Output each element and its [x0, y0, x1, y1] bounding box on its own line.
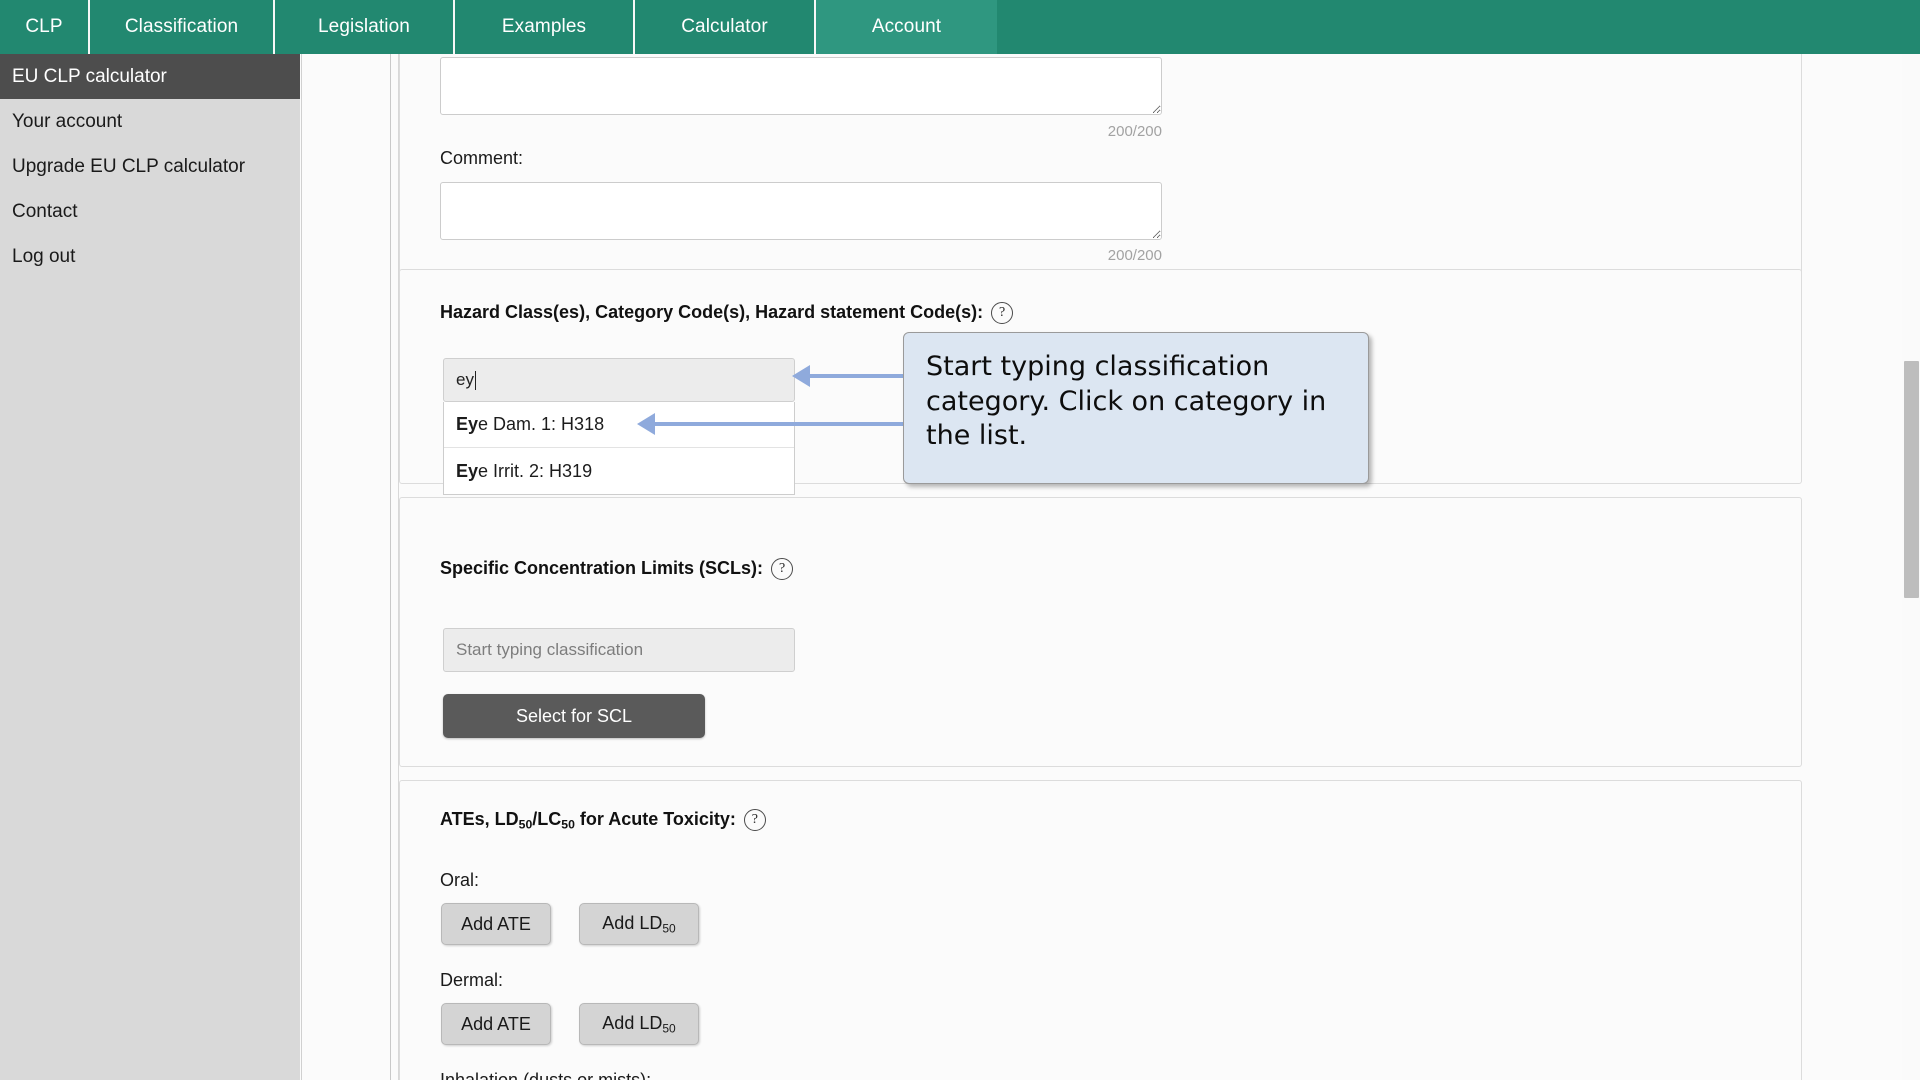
- comment-char-counter: 200/200: [1107, 247, 1162, 264]
- sidebar-item-label: Upgrade EU CLP calculator: [12, 155, 246, 177]
- callout-arrow-head-top: [792, 365, 810, 387]
- instruction-callout-text: Start typing classification category. Cl…: [926, 351, 1327, 452]
- nav-label: Legislation: [318, 16, 410, 37]
- hazard-class-label-row: Hazard Class(es), Category Code(s), Haza…: [440, 301, 1014, 325]
- hazard-class-suggestion-list[interactable]: Ey e Dam. 1: H318 Ey e Irrit. 2: H319: [443, 402, 795, 495]
- btn-label: Add LD: [602, 912, 663, 933]
- callout-arrow-line-bottom: [655, 422, 905, 426]
- ate-route-inhalation-label: Inhalation (dusts or mists):: [440, 1070, 652, 1080]
- panel-ate: ATEs, LD50/LC50 for Acute Toxicity:? Ora…: [399, 780, 1802, 1080]
- nav-item-calculator[interactable]: Calculator: [635, 0, 816, 54]
- sidebar-item-contact[interactable]: Contact: [0, 189, 300, 234]
- comment-label: Comment:: [440, 148, 524, 168]
- nav-item-clp[interactable]: CLP: [0, 0, 90, 54]
- ate-help-icon[interactable]: ?: [743, 808, 766, 831]
- match-rest: e Dam. 1: H318: [478, 414, 605, 434]
- list-item[interactable]: Ey e Irrit. 2: H319: [444, 448, 794, 494]
- scl-label-row: Specific Concentration Limits (SCLs):?: [440, 557, 794, 581]
- sidebar-item-eu-clp-calculator[interactable]: EU CLP calculator: [0, 54, 300, 99]
- ate-label-row: ATEs, LD50/LC50 for Acute Toxicity:?: [440, 808, 766, 832]
- ate-label-mid: /LC: [532, 809, 562, 829]
- main-content-area: 200/200 Comment: 200/200 Hazard Class(es…: [399, 54, 1869, 1080]
- add-ld50-dermal-button[interactable]: Add LD50: [579, 1003, 699, 1045]
- nav-item-examples[interactable]: Examples: [455, 0, 635, 54]
- btn-label-sub: 50: [662, 921, 676, 936]
- callout-arrow-head-bottom: [637, 413, 655, 435]
- instruction-callout: Start typing classification category. Cl…: [903, 332, 1369, 484]
- btn-label-sub: 50: [662, 1021, 676, 1036]
- ate-label: ATEs, LD50/LC50 for Acute Toxicity:: [440, 809, 736, 832]
- scl-help-icon[interactable]: ?: [771, 557, 794, 580]
- ate-route-dermal-label: Dermal:: [440, 970, 504, 990]
- hazard-class-input-value: ey: [456, 370, 474, 389]
- ate-label-sub2: 50: [561, 817, 575, 832]
- ate-route-oral-label: Oral:: [440, 870, 480, 890]
- sidebar-item-label: Log out: [12, 245, 76, 267]
- hazard-class-label: Hazard Class(es), Category Code(s), Haza…: [440, 302, 984, 322]
- add-ate-dermal-button[interactable]: Add ATE: [441, 1003, 551, 1045]
- layout-divider-mid: [390, 54, 391, 1080]
- text-cursor: [474, 370, 476, 390]
- ate-label-sub1: 50: [518, 817, 533, 832]
- sidebar-item-label: Contact: [12, 200, 78, 222]
- description-textarea[interactable]: [440, 57, 1162, 115]
- callout-arrow-line-top: [810, 374, 905, 378]
- nav-label: CLP: [25, 16, 63, 37]
- panel-scl: Specific Concentration Limits (SCLs):? S…: [399, 497, 1802, 767]
- match-prefix: Ey: [456, 414, 479, 434]
- nav-label: Examples: [501, 16, 587, 37]
- nav-item-account[interactable]: Account: [816, 0, 997, 54]
- add-ate-oral-button[interactable]: Add ATE: [441, 903, 551, 945]
- ate-label-prefix: ATEs, LD: [440, 809, 519, 829]
- nav-label: Classification: [124, 16, 239, 37]
- nav-label: Account: [871, 16, 942, 37]
- nav-filler: [997, 0, 1920, 54]
- match-rest: e Irrit. 2: H319: [478, 460, 593, 481]
- layout-divider-left: [301, 54, 302, 1080]
- add-ld50-oral-button[interactable]: Add LD50: [579, 903, 699, 945]
- select-for-scl-button[interactable]: Select for SCL: [443, 694, 705, 738]
- nav-item-legislation[interactable]: Legislation: [275, 0, 455, 54]
- sidebar-item-your-account[interactable]: Your account: [0, 99, 300, 144]
- hazard-typeahead-wrapper: ey Ey e Dam. 1: H318 Ey e Irrit. 2: H319: [443, 358, 795, 495]
- vertical-scrollbar-thumb[interactable]: [1904, 361, 1919, 598]
- description-char-counter: 200/200: [1107, 123, 1162, 140]
- comment-textarea[interactable]: [440, 182, 1162, 240]
- sidebar-item-upgrade[interactable]: Upgrade EU CLP calculator: [0, 144, 300, 189]
- ate-label-suffix: for Acute Toxicity:: [574, 809, 736, 829]
- nav-item-classification[interactable]: Classification: [90, 0, 275, 54]
- scl-input[interactable]: [443, 628, 795, 672]
- btn-label: Add LD: [602, 1012, 663, 1033]
- sidebar-item-label: Your account: [12, 110, 123, 132]
- main-navigation-bar: CLP Classification Legislation Examples …: [0, 0, 1920, 54]
- vertical-scrollbar-track[interactable]: [1902, 54, 1920, 1080]
- scl-label: Specific Concentration Limits (SCLs):: [440, 558, 764, 578]
- sidebar: EU CLP calculator Your account Upgrade E…: [0, 54, 300, 1080]
- sidebar-item-label: EU CLP calculator: [12, 65, 167, 87]
- hazard-help-icon[interactable]: ?: [991, 301, 1014, 324]
- nav-label: Calculator: [681, 16, 768, 37]
- match-prefix: Ey: [456, 460, 479, 481]
- sidebar-item-log-out[interactable]: Log out: [0, 234, 300, 279]
- hazard-class-input[interactable]: ey: [443, 358, 795, 402]
